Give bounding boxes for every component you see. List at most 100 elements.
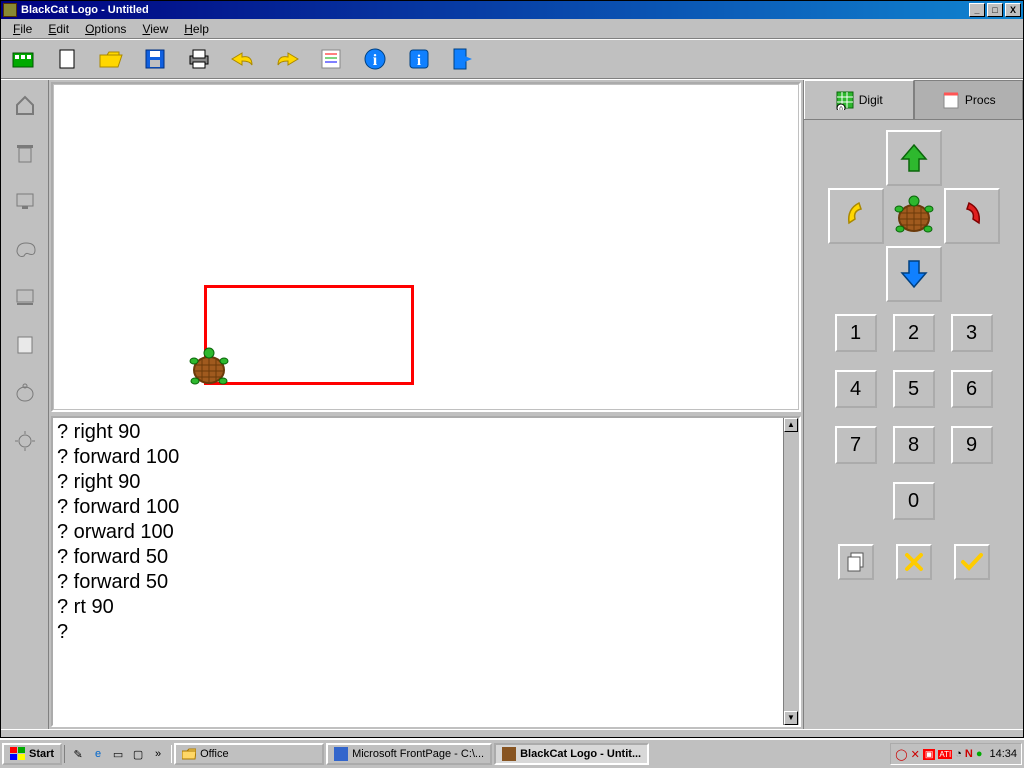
scroll-down-icon[interactable]: ▼ bbox=[784, 711, 798, 725]
ql-app-icon[interactable]: ▢ bbox=[129, 745, 147, 763]
menu-edit[interactable]: Edit bbox=[40, 20, 77, 38]
tab-label: Digit bbox=[859, 93, 883, 107]
numeric-keypad: 1 2 3 4 5 6 7 8 9 0 bbox=[835, 314, 993, 520]
turn-left-icon bbox=[841, 199, 871, 233]
tray-icon[interactable]: ▣ bbox=[923, 749, 936, 760]
maximize-button[interactable]: □ bbox=[987, 3, 1003, 17]
start-button[interactable]: Start bbox=[2, 743, 62, 765]
toolbar-open-icon[interactable] bbox=[97, 45, 125, 73]
toolbar-exit-icon[interactable] bbox=[449, 45, 477, 73]
key-3[interactable]: 3 bbox=[951, 314, 993, 352]
ql-more-icon[interactable]: » bbox=[149, 745, 167, 763]
key-6[interactable]: 6 bbox=[951, 370, 993, 408]
svg-text:i: i bbox=[373, 52, 378, 69]
key-9[interactable]: 9 bbox=[951, 426, 993, 464]
sidebar-trash-icon[interactable] bbox=[12, 140, 38, 166]
close-button[interactable]: X bbox=[1005, 3, 1021, 17]
task-office[interactable]: Office bbox=[174, 743, 324, 765]
tray-icon[interactable]: ◔ bbox=[955, 748, 962, 760]
console-line: ? orward 100 bbox=[57, 520, 779, 545]
sidebar-home-icon[interactable] bbox=[12, 92, 38, 118]
command-console[interactable]: ? right 90 ? forward 100 ? right 90 ? fo… bbox=[53, 418, 783, 725]
console-line: ? forward 100 bbox=[57, 495, 779, 520]
ql-desktop-icon[interactable]: ▭ bbox=[109, 745, 127, 763]
key-5[interactable]: 5 bbox=[893, 370, 935, 408]
left-button[interactable] bbox=[828, 188, 884, 244]
tray-icon[interactable]: ATI bbox=[938, 750, 952, 759]
ql-ie-icon[interactable]: e bbox=[89, 745, 107, 763]
toolbar-info-icon[interactable]: i bbox=[361, 45, 389, 73]
sidebar-sun-icon[interactable] bbox=[12, 428, 38, 454]
tray-icon[interactable]: ✕ bbox=[911, 748, 920, 761]
menu-view[interactable]: View bbox=[134, 20, 176, 38]
key-8[interactable]: 8 bbox=[893, 426, 935, 464]
scroll-up-icon[interactable]: ▲ bbox=[784, 418, 798, 432]
toolbar-logo-icon[interactable] bbox=[9, 45, 37, 73]
right-panel: 0 Digit Procs 1 bbox=[803, 80, 1023, 729]
sidebar-screen-icon[interactable] bbox=[12, 332, 38, 358]
sidebar-palette-icon[interactable] bbox=[12, 236, 38, 262]
tab-procs[interactable]: Procs bbox=[914, 80, 1024, 119]
workarea: ? right 90 ? forward 100 ? right 90 ? fo… bbox=[1, 79, 1023, 729]
minimize-button[interactable]: _ bbox=[969, 3, 985, 17]
window-title: BlackCat Logo - Untitled bbox=[21, 4, 149, 16]
key-4[interactable]: 4 bbox=[835, 370, 877, 408]
toolbar: i i bbox=[1, 39, 1023, 79]
console-line: ? right 90 bbox=[57, 420, 779, 445]
toolbar-save-icon[interactable] bbox=[141, 45, 169, 73]
task-blackcat[interactable]: BlackCat Logo - Untit... bbox=[494, 743, 649, 765]
forward-button[interactable] bbox=[886, 130, 942, 186]
toolbar-info2-icon[interactable]: i bbox=[405, 45, 433, 73]
taskbar: Start ✎ e ▭ ▢ » Office Microsoft FrontPa… bbox=[0, 738, 1024, 768]
console-scrollbar[interactable]: ▲ ▼ bbox=[783, 418, 799, 725]
panel-tabs: 0 Digit Procs bbox=[804, 80, 1023, 120]
pages-icon bbox=[845, 551, 867, 573]
menu-help[interactable]: Help bbox=[176, 20, 217, 38]
quick-launch: ✎ e ▭ ▢ » bbox=[64, 745, 172, 763]
drawn-rectangle bbox=[204, 285, 414, 385]
down-arrow-icon bbox=[900, 259, 928, 289]
cancel-button[interactable] bbox=[896, 544, 932, 580]
left-sidebar bbox=[1, 80, 49, 729]
menu-options[interactable]: Options bbox=[77, 20, 134, 38]
task-label: BlackCat Logo - Untit... bbox=[520, 748, 641, 760]
drawing-canvas[interactable] bbox=[54, 85, 798, 409]
ok-button[interactable] bbox=[954, 544, 990, 580]
back-button[interactable] bbox=[886, 246, 942, 302]
notepad-icon bbox=[941, 90, 961, 110]
key-0[interactable]: 0 bbox=[893, 482, 935, 520]
action-row bbox=[838, 544, 990, 580]
key-1[interactable]: 1 bbox=[835, 314, 877, 352]
canvas-frame bbox=[51, 82, 801, 412]
toolbar-print-icon[interactable] bbox=[185, 45, 213, 73]
key-2[interactable]: 2 bbox=[893, 314, 935, 352]
sidebar-monitor2-icon[interactable] bbox=[12, 284, 38, 310]
console-line: ? forward 50 bbox=[57, 545, 779, 570]
copy-button[interactable] bbox=[838, 544, 874, 580]
tab-label: Procs bbox=[965, 93, 996, 107]
toolbar-undo-icon[interactable] bbox=[229, 45, 257, 73]
console-line: ? right 90 bbox=[57, 470, 779, 495]
sidebar-turtle-icon[interactable] bbox=[12, 380, 38, 406]
ql-pen-icon[interactable]: ✎ bbox=[69, 745, 87, 763]
app-icon bbox=[3, 3, 17, 17]
right-button[interactable] bbox=[944, 188, 1000, 244]
tab-digit[interactable]: 0 Digit bbox=[804, 80, 914, 119]
blackcat-icon bbox=[502, 747, 516, 761]
toolbar-list-icon[interactable] bbox=[317, 45, 345, 73]
console-line: ? rt 90 bbox=[57, 595, 779, 620]
task-frontpage[interactable]: Microsoft FrontPage - C:\... bbox=[326, 743, 492, 765]
toolbar-redo-icon[interactable] bbox=[273, 45, 301, 73]
tray-icon[interactable]: ● bbox=[976, 748, 983, 760]
tray-icon[interactable]: ◯ bbox=[895, 748, 907, 761]
system-tray: ◯ ✕ ▣ ATI ◔ N ● 14:34 bbox=[890, 743, 1022, 765]
menu-file[interactable]: File bbox=[5, 20, 40, 38]
sidebar-monitor-icon[interactable] bbox=[12, 188, 38, 214]
start-label: Start bbox=[29, 748, 54, 760]
x-icon bbox=[903, 551, 925, 573]
key-7[interactable]: 7 bbox=[835, 426, 877, 464]
statusbar bbox=[1, 729, 1023, 737]
grid-icon: 0 bbox=[835, 90, 855, 110]
tray-icon[interactable]: N bbox=[965, 748, 973, 760]
toolbar-new-icon[interactable] bbox=[53, 45, 81, 73]
